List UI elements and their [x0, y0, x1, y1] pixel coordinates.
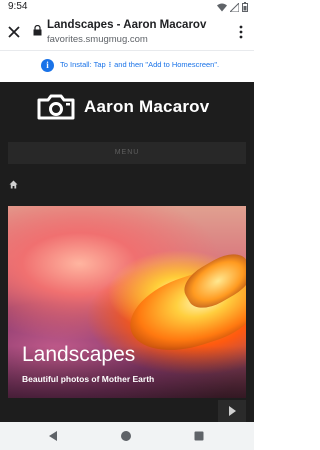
install-banner[interactable]: i To Install: Tap ⁝ and then "Add to Homes… [0, 50, 254, 82]
close-icon[interactable] [6, 24, 22, 40]
menu-button[interactable]: MENU [8, 142, 246, 164]
hero-subtitle: Beautiful photos of Mother Earth [22, 374, 155, 384]
page-title: Landscapes - Aaron Macarov [47, 19, 207, 31]
install-suffix: and then "Add to Homescreen". [114, 60, 220, 69]
install-instructions: To Install: Tap ⁝ and then "Add to Homescr… [60, 60, 219, 69]
share-icon: ⁝ [108, 60, 112, 69]
info-icon: i [41, 59, 54, 72]
more-vert-icon[interactable] [238, 25, 244, 39]
play-next-icon [229, 406, 236, 416]
status-time: 9:54 [8, 1, 28, 12]
gallery-hero-image[interactable]: Landscapes Beautiful photos of Mother Ea… [8, 206, 246, 398]
custom-tab-toolbar: Landscapes - Aaron Macarov favorites.smu… [0, 14, 254, 50]
wifi-icon [217, 3, 227, 11]
recents-square-icon[interactable] [194, 431, 204, 441]
back-triangle-icon[interactable] [47, 430, 59, 442]
install-prefix: To Install: Tap [60, 60, 106, 69]
system-navigation-bar [0, 422, 254, 450]
next-slide-button[interactable] [218, 400, 246, 422]
hero-title: Landscapes [22, 343, 136, 366]
site-content: Aaron Macarov MENU Landscapes Beautiful … [0, 82, 254, 422]
camera-logo-icon [37, 94, 75, 120]
status-icons [217, 2, 248, 12]
lock-icon [33, 25, 42, 36]
home-circle-icon[interactable] [120, 430, 132, 442]
site-logo[interactable]: Aaron Macarov [37, 94, 209, 120]
signal-icon [230, 2, 239, 12]
site-brand: Aaron Macarov [84, 97, 210, 116]
page-url[interactable]: favorites.smugmug.com [47, 34, 148, 45]
status-bar: 9:54 [0, 0, 254, 14]
home-icon[interactable] [9, 180, 18, 189]
battery-icon [242, 2, 248, 12]
